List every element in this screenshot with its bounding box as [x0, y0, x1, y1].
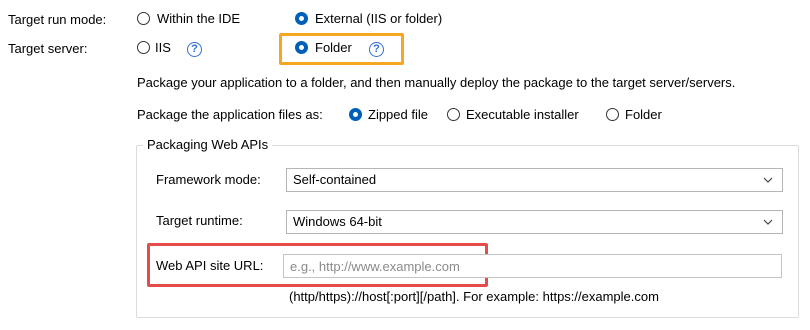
- external-radio[interactable]: [295, 12, 308, 25]
- package-as-label: Package the application files as:: [137, 107, 323, 122]
- target-server-label: Target server:: [8, 41, 88, 56]
- framework-mode-label: Framework mode:: [156, 172, 261, 187]
- executable-installer-label[interactable]: Executable installer: [466, 107, 579, 123]
- web-api-site-url-label: Web API site URL:: [156, 258, 264, 273]
- folder-server-label[interactable]: Folder: [315, 40, 352, 56]
- iis-radio[interactable]: [137, 41, 150, 54]
- web-api-site-url-input[interactable]: [283, 254, 782, 278]
- chevron-down-icon: [763, 177, 773, 183]
- target-run-mode-label: Target run mode:: [8, 12, 107, 27]
- zipped-file-label[interactable]: Zipped file: [368, 107, 428, 123]
- iis-help-icon[interactable]: ?: [187, 42, 202, 57]
- folder-server-radio[interactable]: [295, 41, 308, 54]
- within-ide-radio[interactable]: [137, 12, 150, 25]
- folder-description-text: Package your application to a folder, an…: [137, 75, 736, 90]
- target-runtime-value: Windows 64-bit: [293, 214, 382, 229]
- target-runtime-label: Target runtime:: [156, 213, 243, 228]
- target-runtime-dropdown[interactable]: Windows 64-bit: [286, 210, 783, 234]
- framework-mode-value: Self-contained: [293, 172, 377, 187]
- packaging-web-apis-title: Packaging Web APIs: [143, 137, 273, 153]
- folder-package-label[interactable]: Folder: [625, 107, 662, 123]
- executable-installer-radio[interactable]: [447, 108, 460, 121]
- within-ide-label[interactable]: Within the IDE: [157, 11, 240, 27]
- folder-help-icon[interactable]: ?: [369, 42, 384, 57]
- url-format-hint-text: (http/https)://host[:port][/path]. For e…: [289, 289, 659, 304]
- folder-package-radio[interactable]: [606, 108, 619, 121]
- chevron-down-icon: [763, 219, 773, 225]
- iis-label[interactable]: IIS: [155, 40, 171, 56]
- framework-mode-dropdown[interactable]: Self-contained: [286, 168, 783, 192]
- external-label[interactable]: External (IIS or folder): [315, 11, 442, 27]
- zipped-file-radio[interactable]: [349, 108, 362, 121]
